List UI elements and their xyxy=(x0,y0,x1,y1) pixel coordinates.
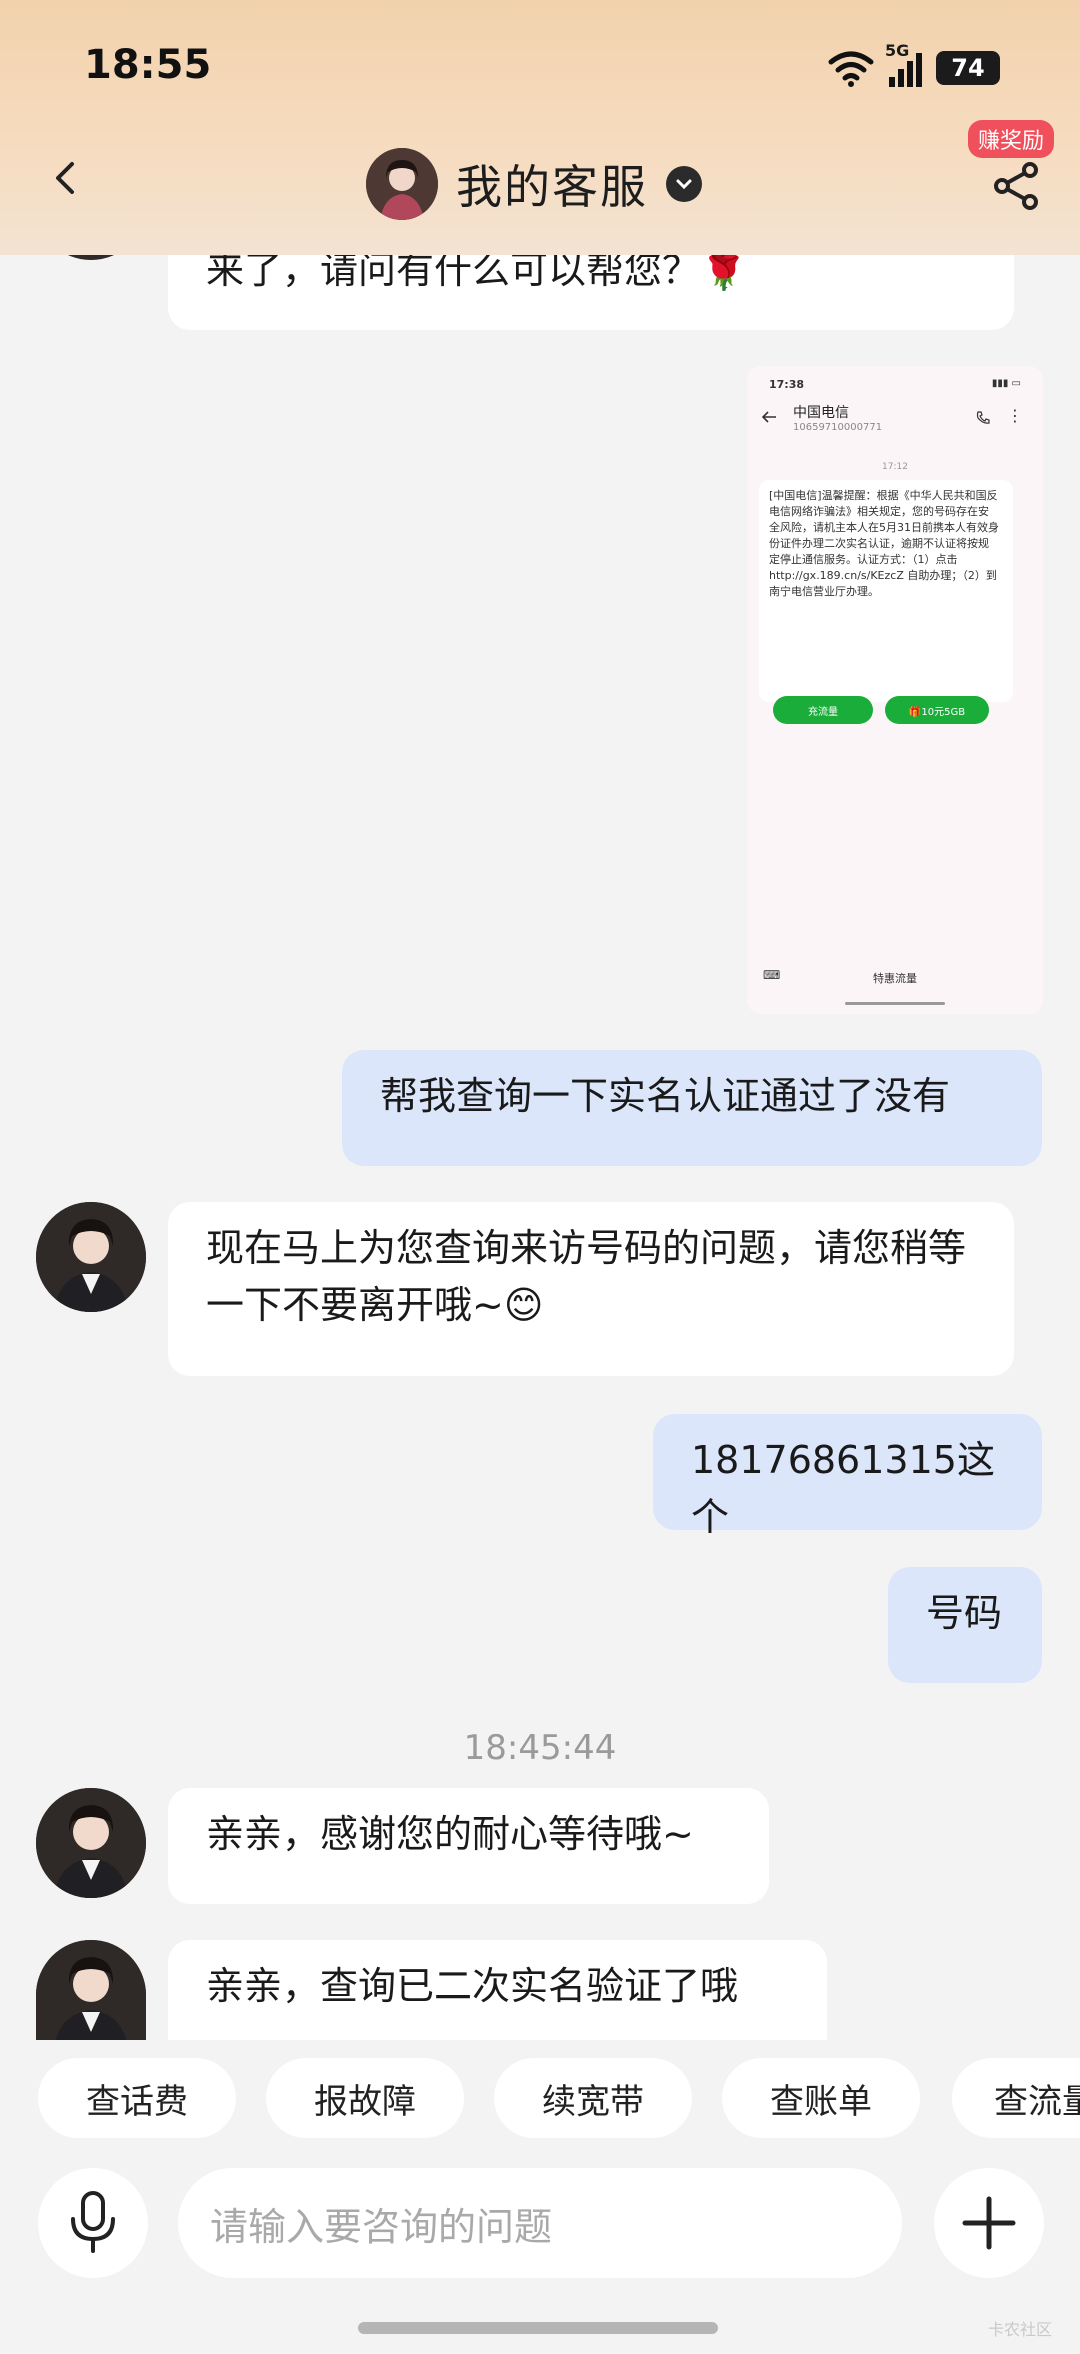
quick-reply-chip[interactable]: 查话费 xyxy=(38,2058,236,2138)
screenshot-bottom-label: 特惠流量 xyxy=(873,972,917,985)
screenshot-number: 10659710000771 xyxy=(793,422,883,433)
network-type: 5G xyxy=(885,41,910,60)
message-text: 现在马上为您查询来访号码的问题，请您稍等一下不要离开哦~😊 xyxy=(206,1226,967,1327)
screenshot-image[interactable]: 17:38 ▮▮▮ ▭ 中国电信 10659710000771 ⋮ 17:12 … xyxy=(747,366,1043,1014)
header-bar: 18:55 5G 74 我的客服 赚奖励 xyxy=(0,0,1080,255)
status-icons: 5G 74 xyxy=(827,41,1000,88)
message-agent: 亲亲，查询已二次实名验证了哦 xyxy=(168,1940,827,2040)
home-indicator[interactable] xyxy=(358,2322,718,2334)
share-icon[interactable] xyxy=(990,160,1042,212)
screenshot-phone-icon xyxy=(976,411,990,424)
screenshot-home-bar xyxy=(845,1002,945,1005)
back-icon[interactable] xyxy=(48,160,84,196)
message-text: 亲亲，感谢您的耐心等待哦~ xyxy=(206,1812,694,1856)
screenshot-back-icon xyxy=(761,411,776,423)
microphone-icon xyxy=(71,2191,115,2253)
screenshot-sms-body: [中国电信]温馨提醒：根据《中华人民共和国反电信网络诈骗法》相关规定，您的号码存… xyxy=(769,489,999,598)
agent-avatar-icon xyxy=(36,1788,146,1898)
screenshot-more-icon: ⋮ xyxy=(1007,406,1023,425)
message-agent: 现在马上为您查询来访号码的问题，请您稍等一下不要离开哦~😊 xyxy=(168,1202,1014,1376)
message-input[interactable]: 请输入要咨询的问题 xyxy=(178,2168,902,2278)
quick-reply-chip[interactable]: 查流量 xyxy=(952,2058,1080,2138)
wifi-icon xyxy=(828,51,874,87)
agent-avatar-icon xyxy=(36,1202,146,1312)
quick-reply-chip[interactable]: 报故障 xyxy=(266,2058,464,2138)
screenshot-time: 17:38 xyxy=(769,378,805,391)
message-text: 帮我查询一下实名认证通过了没有 xyxy=(380,1074,951,1118)
watermark: 卡农社区 xyxy=(987,2320,1052,2339)
plus-icon xyxy=(962,2196,1016,2250)
screenshot-button-offer: 🎁10元5GB xyxy=(885,696,989,724)
screenshot-button-recharge: 充流量 xyxy=(773,696,873,724)
message-timestamp: 18:45:44 xyxy=(463,1728,617,1768)
service-avatar-icon xyxy=(366,148,438,220)
page-title: 我的客服 xyxy=(456,160,648,214)
message-text: 18176861315这个 xyxy=(691,1438,995,1539)
screenshot-sms-card: [中国电信]温馨提醒：根据《中华人民共和国反电信网络诈骗法》相关规定，您的号码存… xyxy=(759,480,1013,702)
screenshot-status: ▮▮▮ ▭ xyxy=(991,378,1021,389)
chevron-down-icon[interactable] xyxy=(666,166,702,202)
message-user: 号码 xyxy=(888,1567,1042,1683)
status-time: 18:55 xyxy=(84,42,212,88)
message-user: 帮我查询一下实名认证通过了没有 xyxy=(342,1050,1042,1166)
chat-title[interactable]: 我的客服 xyxy=(366,148,702,220)
screenshot-sender: 中国电信 xyxy=(793,405,849,421)
battery-indicator: 74 xyxy=(936,51,1000,85)
message-agent: 亲亲，感谢您的耐心等待哦~ xyxy=(168,1788,769,1904)
message-text: 亲亲，查询已二次实名验证了哦 xyxy=(206,1964,739,2008)
add-button[interactable] xyxy=(934,2168,1044,2278)
message-user: 18176861315这个 xyxy=(653,1414,1042,1539)
agent-avatar-icon xyxy=(36,1940,146,2040)
voice-input-button[interactable] xyxy=(38,2168,148,2278)
quick-reply-chip[interactable]: 查账单 xyxy=(722,2058,920,2138)
message-text: 号码 xyxy=(926,1591,1003,1635)
reward-badge[interactable]: 赚奖励 xyxy=(967,120,1054,158)
quick-reply-chip[interactable]: 续宽带 xyxy=(494,2058,692,2138)
quick-reply-bar: 查话费 报故障 续宽带 查账单 查流量 xyxy=(0,2058,1080,2138)
signal-icon: 5G xyxy=(885,41,922,87)
screenshot-sms-time: 17:12 xyxy=(882,462,908,472)
